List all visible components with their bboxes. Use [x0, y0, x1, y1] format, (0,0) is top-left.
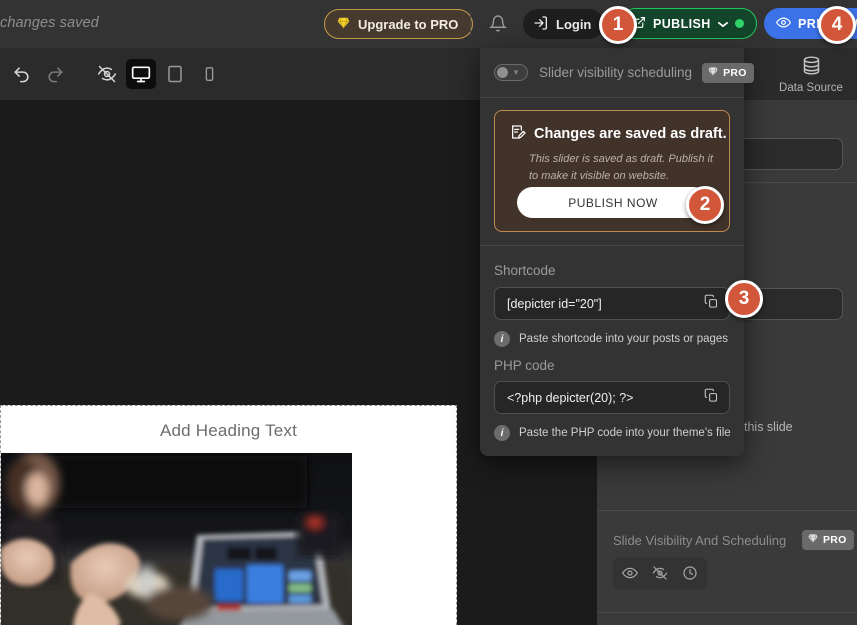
php-code-label: PHP code [494, 358, 555, 373]
slider-visibility-toggle[interactable]: ▼ [494, 64, 528, 81]
slide-background-image [1, 453, 352, 625]
device-tablet-button[interactable] [160, 59, 190, 89]
redo-button[interactable] [40, 59, 70, 89]
step-badge-1: 1 [599, 6, 637, 44]
sidebar-tab-data-source[interactable]: Data Source [765, 55, 857, 94]
step-badge-4: 4 [818, 6, 856, 44]
slider-visibility-label: Slider visibility scheduling [539, 65, 693, 80]
publish-dropdown-panel: ▼ Slider visibility scheduling PRO Chang… [480, 48, 754, 456]
php-code-hint-text: Paste the PHP code into your theme's fil… [519, 427, 731, 439]
php-code-field[interactable]: <?php depicter(20); ?> [494, 381, 730, 414]
pro-label: PRO [823, 534, 847, 546]
toggle-visibility-button[interactable] [92, 59, 122, 89]
gem-icon [707, 66, 719, 80]
toolbar-divider [470, 12, 471, 36]
pro-label: PRO [723, 66, 747, 79]
upgrade-label: Upgrade to PRO [358, 16, 459, 32]
draft-notice-title: Changes are saved as draft. [534, 126, 727, 142]
login-button[interactable]: Login [523, 9, 605, 39]
shortcode-field[interactable]: [depicter id="20"] [494, 287, 730, 320]
shortcode-hint: i Paste shortcode into your posts or pag… [494, 331, 728, 347]
database-icon [801, 55, 822, 79]
draft-notice-title-row: Changes are saved as draft. [510, 124, 727, 144]
php-code-hint: i Paste the PHP code into your theme's f… [494, 425, 731, 441]
slider-visibility-pro-badge[interactable]: PRO [702, 62, 754, 83]
slide-preview[interactable]: Add Heading Text [0, 405, 457, 625]
notifications-bell-icon[interactable] [488, 14, 508, 38]
toggle-knob [497, 67, 508, 78]
slider-visibility-scheduling-row[interactable]: ▼ Slider visibility scheduling PRO [480, 48, 754, 98]
publish-status-dot [734, 19, 744, 28]
slide-visibility-icon-row [613, 557, 707, 589]
shortcode-value: [depicter id="20"] [507, 296, 602, 311]
slide-heading-placeholder[interactable]: Add Heading Text [1, 406, 456, 441]
draft-edit-icon [510, 124, 526, 144]
save-status-text: changes saved [0, 15, 99, 31]
app-root: changes saved Upgrade to PRO Login PUBLI… [0, 0, 857, 625]
sidebar-slide-note: this slide [744, 420, 793, 434]
sidebar-divider-2 [597, 510, 857, 511]
visibility-schedule-button[interactable] [676, 560, 704, 586]
slide-visibility-label: Slide Visibility And Scheduling [613, 533, 787, 548]
php-code-value: <?php depicter(20); ?> [507, 390, 634, 405]
gem-icon [807, 533, 819, 547]
login-label: Login [556, 16, 592, 32]
step-badge-3: 3 [725, 280, 763, 318]
info-icon: i [494, 331, 510, 347]
draft-notice-description: This slider is saved as draft. Publish i… [529, 153, 714, 183]
publish-now-button[interactable]: PUBLISH NOW [517, 187, 709, 218]
copy-icon[interactable] [704, 294, 719, 314]
top-bar: changes saved Upgrade to PRO Login PUBLI… [0, 0, 857, 48]
step-badge-2: 2 [686, 186, 724, 224]
info-icon: i [494, 425, 510, 441]
eye-icon [775, 15, 792, 33]
device-mobile-button[interactable] [194, 59, 224, 89]
undo-button[interactable] [6, 59, 36, 89]
upgrade-to-pro-button[interactable]: Upgrade to PRO [324, 9, 474, 39]
publish-button[interactable]: PUBLISH [620, 8, 757, 39]
visibility-hide-button[interactable] [646, 560, 674, 586]
gem-icon [336, 16, 351, 33]
slide-visibility-pro-badge[interactable]: PRO [802, 530, 854, 550]
sidebar-tab-data-source-label: Data Source [779, 81, 843, 94]
device-desktop-button[interactable] [126, 59, 156, 89]
publish-label: PUBLISH [653, 16, 711, 31]
login-arrow-icon [533, 15, 549, 34]
sidebar-divider-3 [597, 612, 857, 613]
copy-icon[interactable] [704, 388, 719, 408]
visibility-show-button[interactable] [616, 560, 644, 586]
dropdown-divider [480, 245, 744, 246]
shortcode-hint-text: Paste shortcode into your posts or pages [519, 333, 729, 345]
chevron-down-icon [717, 17, 728, 31]
chevron-down-icon: ▼ [512, 68, 520, 77]
shortcode-label: Shortcode [494, 263, 556, 278]
